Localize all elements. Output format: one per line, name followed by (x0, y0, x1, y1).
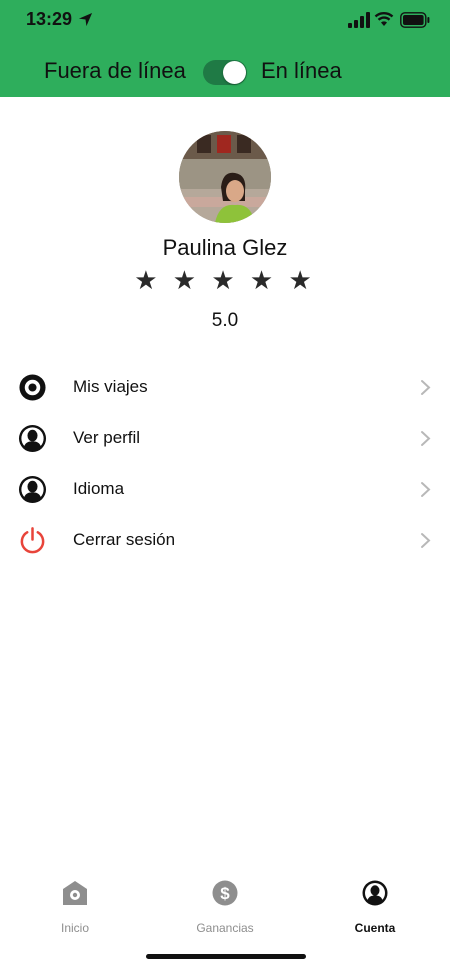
menu-item-label: Cerrar sesión (73, 530, 176, 549)
account-icon (362, 880, 388, 906)
bottom-tab-bar: Inicio $ Ganancias Cuenta (0, 872, 450, 960)
user-name: Paulina Glez (162, 235, 288, 260)
power-icon (20, 527, 45, 554)
dollar-icon: $ (212, 880, 238, 906)
tab-inicio[interactable]: Inicio (15, 880, 135, 940)
online-switch[interactable] (203, 60, 247, 85)
menu-item-trips[interactable]: Mis viajes (0, 362, 450, 413)
home-icon (63, 881, 87, 905)
user-icon (18, 475, 47, 504)
tab-label: Cuenta (354, 921, 396, 935)
tab-ganancias[interactable]: $ Ganancias (165, 880, 285, 940)
rating-stars: ★ ★ ★ ★ ★ (0, 265, 450, 296)
app-header: 13:29 Fuera de línea En línea (0, 0, 450, 97)
chevron-right-icon (421, 533, 431, 548)
tab-label: Ganancias (196, 921, 254, 935)
star-icon: ★ (249, 265, 278, 295)
menu-item-language[interactable]: Idioma (0, 464, 450, 515)
status-bar: 13:29 (0, 0, 450, 40)
star-icon: ★ (134, 265, 162, 295)
star-icon: ★ (211, 265, 239, 295)
avatar-photo (179, 131, 271, 223)
trips-icon (19, 374, 46, 401)
star-icon: ★ (172, 265, 201, 295)
menu-item-profile[interactable]: Ver perfil (0, 413, 450, 464)
offline-label: Fuera de línea (44, 58, 186, 83)
switch-knob (223, 61, 246, 84)
chevron-right-icon (421, 482, 431, 497)
account-menu: Mis viajes Ver perfil Idioma Cerrar sesi… (0, 362, 450, 566)
availability-toggle-row: Fuera de línea En línea (0, 56, 450, 88)
chevron-right-icon (421, 380, 431, 395)
signal-icon (348, 12, 370, 28)
svg-text:$: $ (220, 884, 230, 903)
chevron-right-icon (421, 431, 431, 446)
menu-item-logout[interactable]: Cerrar sesión (0, 515, 450, 566)
star-icon: ★ (288, 265, 316, 295)
tab-cuenta[interactable]: Cuenta (315, 880, 435, 940)
home-indicator (146, 954, 306, 959)
status-time: 13:29 (26, 9, 73, 29)
battery-icon (400, 12, 430, 28)
user-icon (18, 424, 47, 453)
wifi-icon (374, 12, 394, 26)
menu-item-label: Mis viajes (73, 377, 148, 396)
menu-item-label: Ver perfil (73, 428, 141, 447)
location-arrow-icon (78, 12, 93, 27)
avatar (179, 131, 271, 223)
menu-item-label: Idioma (73, 479, 125, 498)
rating-value: 5.0 (211, 310, 239, 331)
tab-label: Inicio (60, 921, 89, 935)
online-label: En línea (261, 58, 342, 83)
